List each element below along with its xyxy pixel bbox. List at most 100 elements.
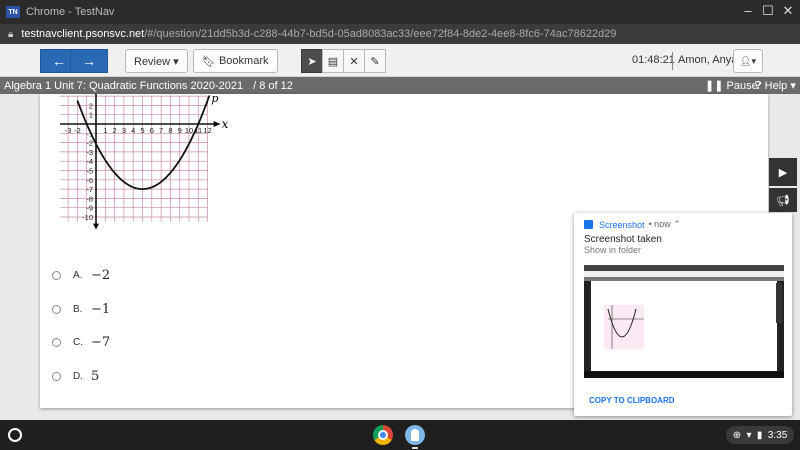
radio-button[interactable]	[52, 371, 61, 381]
timer: 01:48:21	[632, 54, 675, 66]
window-titlebar: TN Chrome - TestNav – ☐ ✕	[0, 0, 800, 24]
radio-button[interactable]	[52, 270, 61, 280]
chrome-icon[interactable]	[373, 425, 393, 445]
arrow-left-icon: ←	[52, 53, 66, 69]
y-tick-label: -6	[86, 176, 93, 185]
notification-title: Screenshot taken	[584, 234, 662, 245]
radio-button[interactable]	[52, 337, 61, 347]
maximize-icon[interactable]: ☐	[758, 3, 778, 19]
screenshot-icon	[584, 220, 593, 229]
choice-value: −1	[91, 301, 111, 317]
curve-label: p	[211, 94, 218, 105]
review-button[interactable]: Review ▾	[125, 49, 188, 73]
pause-label: Pause	[726, 80, 758, 92]
notepad-icon[interactable]: ✎	[364, 49, 386, 73]
x-tick-label: -2	[74, 126, 81, 135]
choice-letter: C.	[73, 336, 83, 348]
x-axis-label: x	[222, 117, 229, 131]
show-in-folder-link[interactable]: Show in folder	[584, 245, 641, 255]
pointer-icon[interactable]: ➤	[301, 49, 323, 73]
calculator-icon[interactable]: ▤	[322, 49, 344, 73]
address-bar[interactable]: 🔒︎ testnavclient.psonsvc.net /#/question…	[0, 24, 800, 44]
y-tick-label: -3	[86, 148, 93, 157]
radio-button[interactable]	[52, 304, 61, 314]
help-label: Help ▾	[764, 80, 796, 92]
choice-value: −2	[91, 267, 111, 283]
battery-icon: ▮	[756, 429, 763, 441]
running-indicator	[412, 447, 418, 449]
y-tick-label: -8	[86, 194, 93, 203]
close-icon[interactable]: ✕	[778, 3, 798, 19]
x-tick-label: 7	[159, 126, 163, 135]
arrow-right-icon: →	[82, 53, 96, 69]
choice-value: 5	[91, 368, 100, 384]
x-tick-label: -3	[65, 126, 72, 135]
testnav-toolbar: ← → Review ▾ 🔖︎ Bookmark ➤ ▤ ✕ ✎ 01:48:2…	[0, 44, 800, 77]
megaphone-icon: 📢︎	[776, 194, 790, 207]
x-tick-label: 12	[203, 126, 211, 135]
choice-b[interactable]: B. −1	[52, 300, 110, 318]
x-tick-label: 4	[131, 126, 135, 135]
bookmark-label: Bookmark	[218, 55, 269, 67]
play-button[interactable]: ▶	[769, 158, 797, 186]
copy-to-clipboard-button[interactable]: COPY TO CLIPBOARD	[589, 396, 675, 405]
y-axis-arrow	[93, 223, 99, 230]
y-tick-label: -5	[86, 167, 93, 176]
status-tray[interactable]: ⊕ ▾ ▮ 3:35	[726, 426, 794, 444]
x-tick-label: 6	[150, 126, 154, 135]
url-path: /#/question/21dd5b3d-c288-44b7-bd5d-05ad…	[144, 28, 617, 40]
help-icon: ❓︎	[755, 80, 765, 92]
add-icon: ⊕	[732, 429, 742, 441]
bookmark-button[interactable]: 🔖︎ Bookmark	[193, 49, 278, 73]
y-tick-label: -10	[82, 213, 93, 222]
testnav-app-icon: TN	[6, 6, 20, 18]
graph-axes	[60, 94, 221, 230]
os-shelf: ⊕ ▾ ▮ 3:35	[0, 420, 800, 450]
pause-button[interactable]: ❚❚ Pause	[705, 79, 758, 92]
tool-group: ➤ ▤ ✕ ✎	[301, 49, 386, 73]
text-to-speech-button[interactable]: 📢︎	[769, 188, 797, 212]
test-title: Algebra 1 Unit 7: Quadratic Functions 20…	[4, 79, 244, 92]
user-name: Amon, Anya	[678, 54, 738, 66]
screenshot-thumbnail[interactable]	[584, 265, 784, 378]
testnav-rocket-icon[interactable]	[405, 425, 425, 445]
lock-icon: 🔒︎	[8, 28, 14, 40]
x-tick-label: 5	[140, 126, 144, 135]
divider	[672, 52, 673, 70]
clock: 3:35	[767, 429, 788, 441]
url-host: testnavclient.psonsvc.net	[21, 28, 145, 40]
choice-c[interactable]: C. −7	[52, 333, 110, 351]
minimize-icon[interactable]: –	[738, 3, 758, 18]
y-tick-label: -2	[86, 139, 93, 148]
play-icon: ▶	[778, 166, 788, 179]
x-tick-label: 8	[168, 126, 172, 135]
help-button[interactable]: ❓︎ Help ▾	[755, 79, 796, 93]
y-tick-label: -7	[86, 185, 93, 194]
bookmark-icon: 🔖︎	[202, 55, 216, 68]
parabola-graph: -3 -2 1 2 3 4 5 6 7 8 9 10 11 1221-1-2-3-4-5-6-7-8-9-…	[60, 94, 229, 230]
y-tick-label: 1	[89, 111, 93, 120]
x-tick-label: 1	[103, 126, 107, 135]
next-button[interactable]: →	[70, 49, 108, 73]
choice-d[interactable]: D. 5	[52, 367, 99, 385]
choice-letter: B.	[73, 303, 83, 315]
user-icon: 👤︎▾	[740, 55, 756, 66]
x-tick-label: 10	[185, 126, 193, 135]
choice-a[interactable]: A. −2	[52, 266, 110, 284]
wifi-icon: ▾	[746, 429, 752, 441]
choice-letter: D.	[73, 370, 83, 382]
x-tick-label: 9	[178, 126, 182, 135]
review-label: Review ▾	[134, 55, 179, 68]
user-menu-button[interactable]: 👤︎▾	[733, 49, 763, 73]
test-header: Algebra 1 Unit 7: Quadratic Functions 20…	[0, 77, 800, 94]
page-indicator: / 8 of 12	[253, 79, 293, 92]
launcher-icon[interactable]	[8, 428, 22, 442]
x-tick-label: 3	[122, 126, 126, 135]
notification-time: • now ⌃	[648, 219, 681, 229]
y-tick-label: -9	[86, 204, 93, 213]
x-tick-label: 2	[113, 126, 117, 135]
x-axis-arrow	[213, 121, 221, 127]
eliminator-icon[interactable]: ✕	[343, 49, 365, 73]
screenshot-notification[interactable]: Screenshot • now ⌃ Screenshot taken Show…	[574, 213, 792, 416]
choice-letter: A.	[73, 269, 83, 281]
